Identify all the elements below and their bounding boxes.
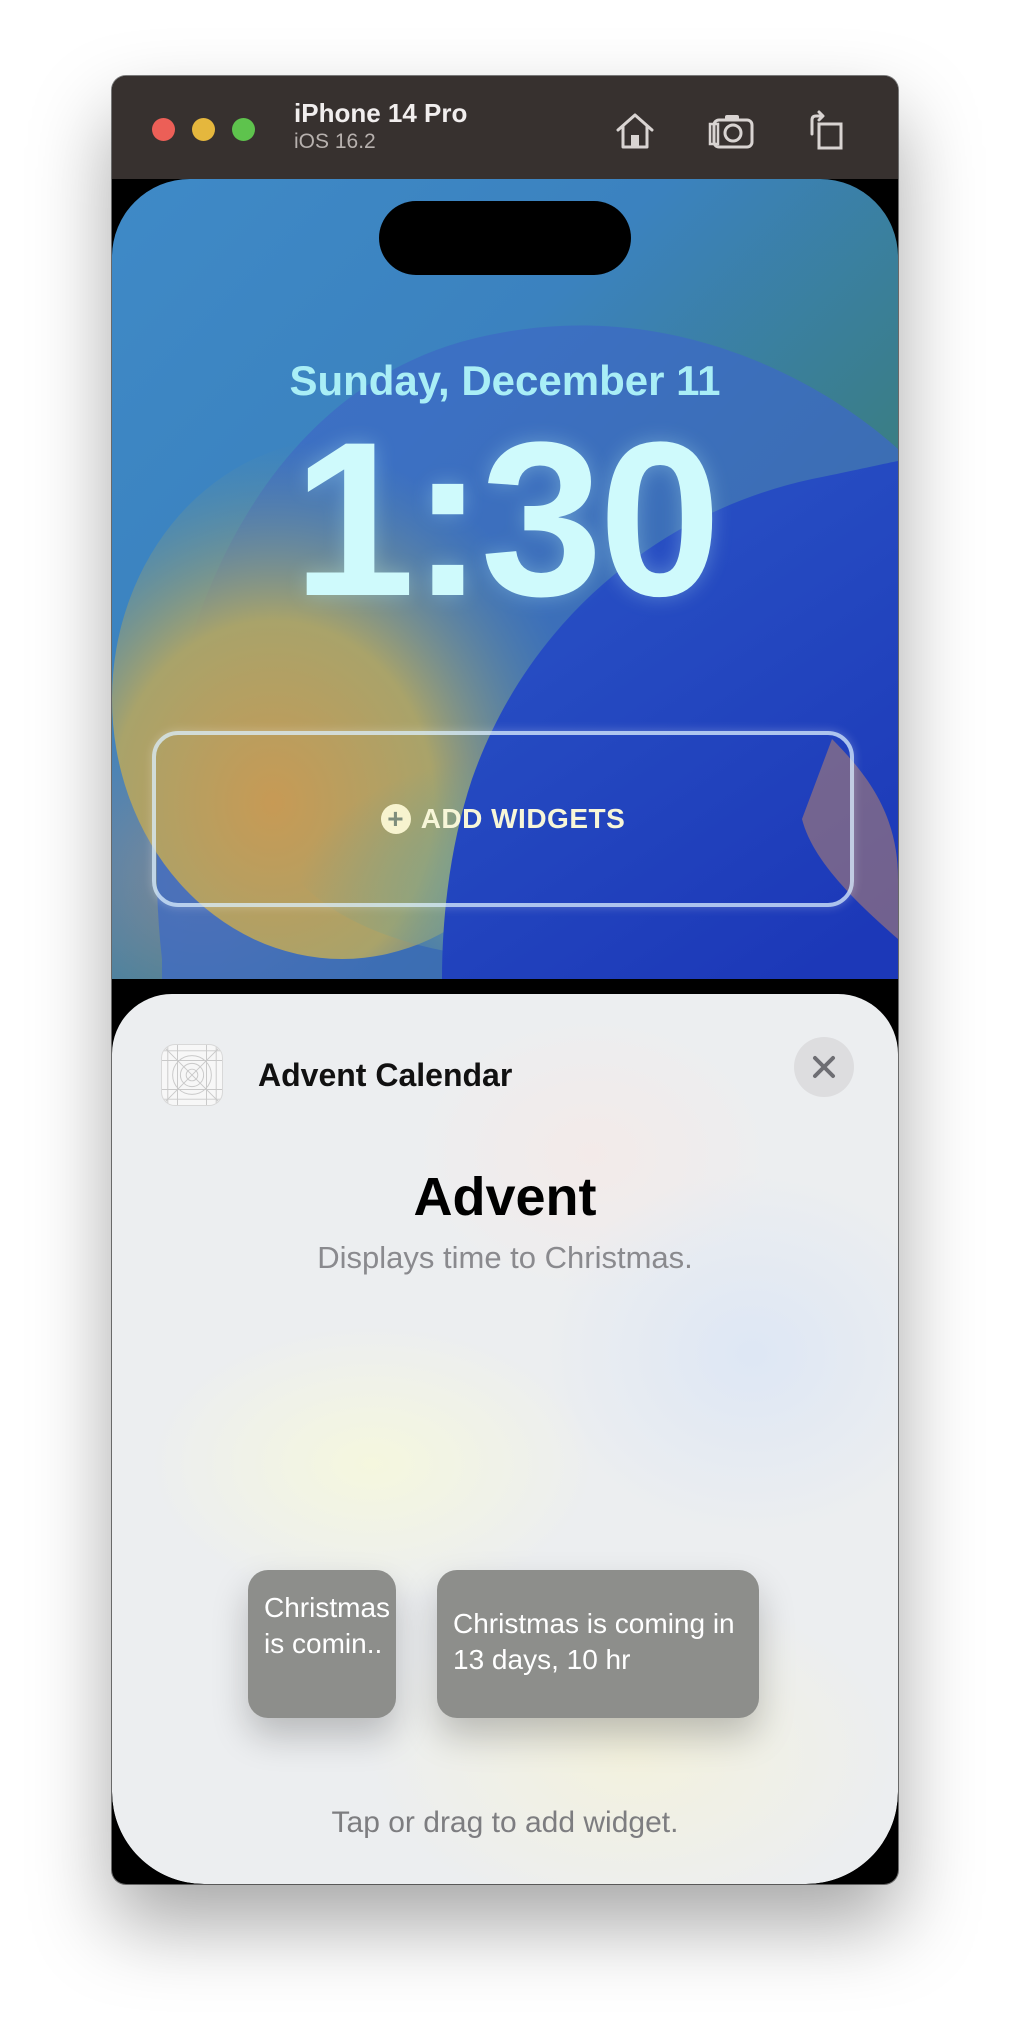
add-widgets-label: ADD WIDGETS xyxy=(420,803,626,834)
plus-icon: + xyxy=(380,804,411,834)
add-widget-hint: Tap or drag to add widget. xyxy=(331,1806,679,1839)
widget-preview-rectangular-text: Christmas is coming in 13 days, 10 hr xyxy=(453,1608,735,1675)
phone-screen[interactable]: Sunday, December 11 1:30 + ADD WIDGETS A… xyxy=(112,179,898,1884)
os-version: iOS 16.2 xyxy=(294,130,376,153)
title-bar[interactable]: iPhone 14 Pro iOS 16.2 xyxy=(112,76,898,179)
widget-preview-circular-text: Christmas is comin.. xyxy=(264,1592,391,1659)
minimize-window-button[interactable] xyxy=(192,118,215,141)
add-widgets-button[interactable]: + ADD WIDGETS xyxy=(152,731,854,907)
close-icon xyxy=(813,1056,835,1078)
zoom-window-button[interactable] xyxy=(232,118,255,141)
app-icon xyxy=(161,1044,223,1106)
lock-screen-time: 1:30 xyxy=(292,396,721,642)
widget-gallery-sheet: Advent Calendar Advent Displays time to … xyxy=(112,994,898,1884)
close-button[interactable] xyxy=(794,1037,854,1097)
dynamic-island xyxy=(379,201,631,275)
widget-description: Displays time to Christmas. xyxy=(317,1240,693,1275)
close-window-button[interactable] xyxy=(152,118,175,141)
widget-title: Advent xyxy=(413,1167,597,1227)
widget-preview-rectangular[interactable]: Christmas is coming in 13 days, 10 hr xyxy=(437,1570,759,1718)
screenshot-icon[interactable] xyxy=(708,106,758,156)
widget-preview-circular[interactable]: Christmas is comin.. xyxy=(248,1570,396,1718)
device-name: iPhone 14 Pro xyxy=(294,98,468,128)
rotate-icon[interactable] xyxy=(802,106,852,156)
app-name: Advent Calendar xyxy=(258,1057,513,1093)
simulator-window: iPhone 14 Pro iOS 16.2 Sunday, December … xyxy=(112,76,898,1884)
home-icon[interactable] xyxy=(610,106,660,156)
